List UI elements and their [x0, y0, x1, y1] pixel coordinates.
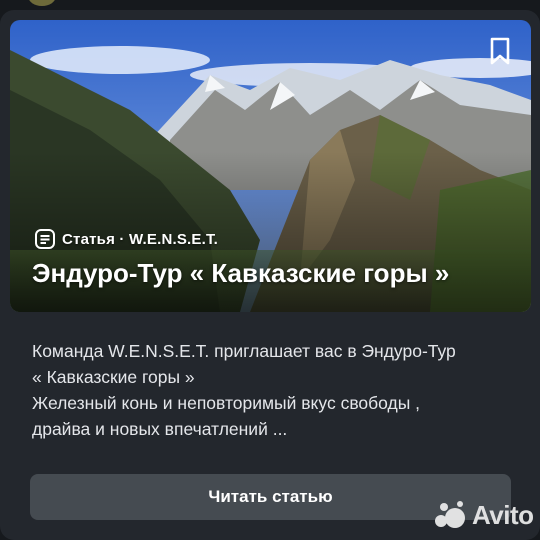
avito-logo-icon [435, 501, 465, 528]
article-hero-image[interactable]: Статья · W.E.N.S.E.T. Эндуро-Тур « Кавка… [10, 20, 531, 312]
article-meta-text: Статья · W.E.N.S.E.T. [62, 230, 219, 248]
article-icon [35, 229, 55, 249]
excerpt-line: драйва и новых впечатлений ... [32, 419, 288, 439]
excerpt-line: Команда W.E.N.S.E.T. приглашает вас в Эн… [32, 341, 456, 361]
article-title[interactable]: Эндуро-Тур « Кавказские горы » [32, 258, 449, 289]
excerpt-line: « Кавказские горы » [32, 367, 195, 387]
avito-watermark-text: Avito [472, 499, 534, 530]
article-excerpt: Команда W.E.N.S.E.T. приглашает вас в Эн… [32, 338, 522, 442]
avito-watermark: Avito [434, 498, 534, 532]
avatar[interactable] [28, 0, 56, 6]
bookmark-icon[interactable] [486, 36, 514, 66]
excerpt-line: Железный конь и неповторимый вкус свобод… [32, 393, 421, 413]
article-meta: Статья · W.E.N.S.E.T. [34, 227, 218, 251]
